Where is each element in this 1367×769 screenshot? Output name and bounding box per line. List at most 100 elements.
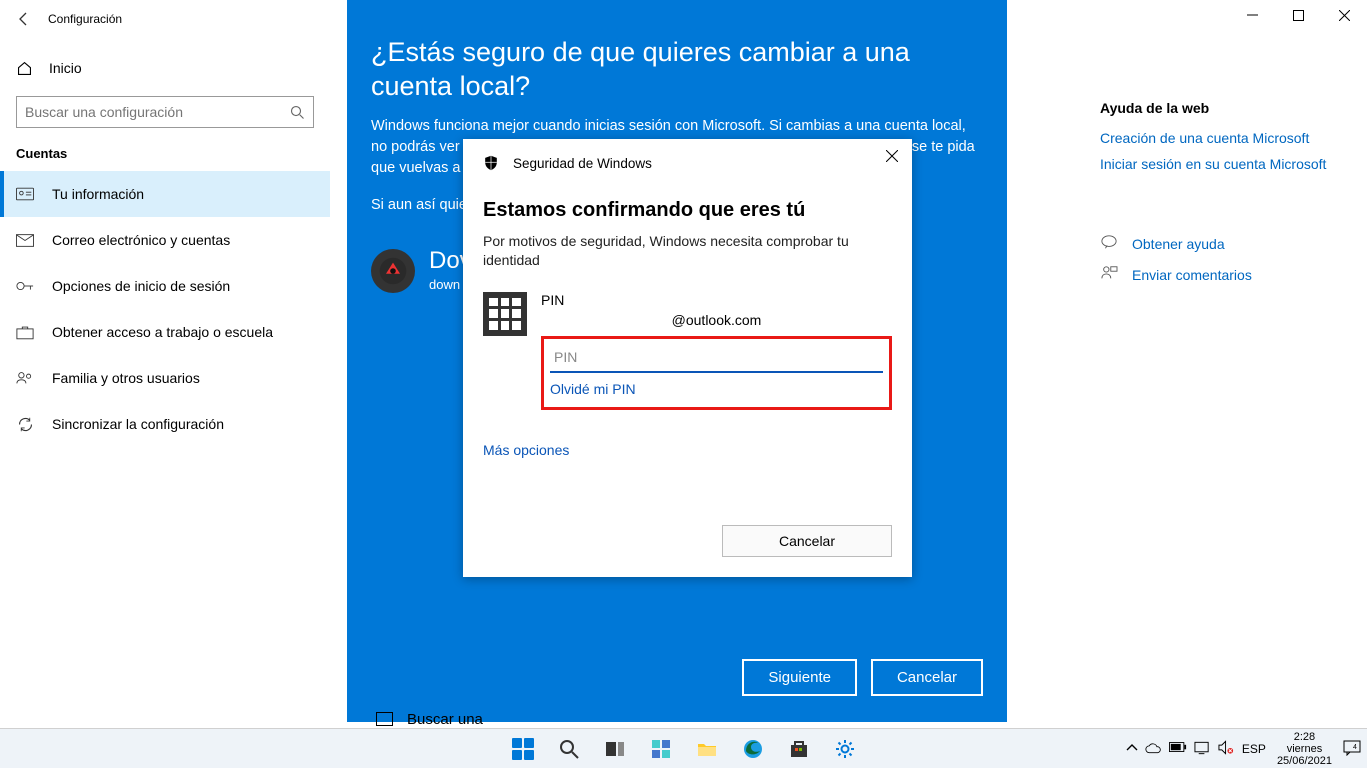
action-center-button[interactable]: 4 (1343, 740, 1361, 759)
settings-sidebar: Inicio Cuentas Tu información Correo ele… (0, 48, 330, 728)
onedrive-tray-icon[interactable] (1145, 742, 1162, 757)
taskbar: ESP 2:28 viernes 25/06/2021 4 (0, 728, 1367, 768)
window-title: Configuración (48, 12, 122, 26)
maximize-button[interactable] (1275, 0, 1321, 30)
dialog-close-button[interactable] (886, 149, 898, 166)
pin-label: PIN (541, 292, 892, 308)
nav-sync-settings[interactable]: Sincronizar la configuración (0, 401, 330, 447)
nav-work-school[interactable]: Obtener acceso a trabajo o escuela (0, 309, 330, 355)
nav-your-info[interactable]: Tu información (0, 171, 330, 217)
help-link-signin-account[interactable]: Iniciar sesión en su cuenta Microsoft (1100, 156, 1350, 172)
taskbar-search-button[interactable] (549, 729, 589, 769)
store-icon (789, 739, 809, 759)
widgets-button[interactable] (641, 729, 681, 769)
chevron-up-icon (1126, 742, 1138, 754)
dialog-title: Estamos confirmando que eres tú (483, 199, 892, 222)
pin-input[interactable] (550, 343, 883, 373)
volume-tray-icon[interactable] (1218, 740, 1235, 758)
taskbar-center (503, 729, 865, 769)
svg-text:4: 4 (1353, 744, 1357, 751)
nav-signin-options[interactable]: Opciones de inicio de sesión (0, 263, 330, 309)
section-heading: Cuentas (0, 128, 330, 171)
nav-label: Sincronizar la configuración (52, 416, 224, 432)
keypad-icon (483, 292, 527, 336)
home-icon (16, 60, 33, 77)
network-tray-icon[interactable] (1194, 741, 1211, 758)
people-icon (16, 371, 34, 385)
truncated-text: Buscar una (407, 711, 483, 728)
feedback-label: Enviar comentarios (1132, 267, 1252, 283)
dialog-subtitle: Por motivos de seguridad, Windows necesi… (483, 232, 863, 270)
panel-title: ¿Estás seguro de que quieres cambiar a u… (371, 36, 983, 104)
settings-search[interactable] (16, 96, 314, 128)
home-label: Inicio (49, 60, 82, 76)
volume-mute-icon (1218, 740, 1235, 755)
truncated-search-result: Buscar una (376, 708, 676, 730)
minimize-icon (1247, 10, 1258, 21)
more-options-link[interactable]: Más opciones (483, 442, 569, 458)
clock-time: 2:28 (1277, 731, 1332, 743)
task-view-icon (605, 739, 625, 759)
task-view-button[interactable] (595, 729, 635, 769)
close-icon (886, 150, 898, 162)
nav-label: Tu información (52, 186, 144, 202)
battery-tray-icon[interactable] (1169, 742, 1187, 756)
key-icon (16, 279, 34, 293)
close-icon (1339, 10, 1350, 21)
forgot-pin-link[interactable]: Olvidé mi PIN (550, 381, 636, 397)
dialog-header: Seguridad de Windows (483, 155, 892, 171)
nav-label: Opciones de inicio de sesión (52, 278, 230, 294)
clock[interactable]: 2:28 viernes 25/06/2021 (1273, 731, 1336, 767)
nav-label: Obtener acceso a trabajo o escuela (52, 324, 273, 340)
store-button[interactable] (779, 729, 819, 769)
shield-icon (483, 155, 499, 171)
dialog-header-text: Seguridad de Windows (513, 156, 652, 171)
language-indicator[interactable]: ESP (1242, 742, 1266, 756)
start-button[interactable] (503, 729, 543, 769)
nav-label: Familia y otros usuarios (52, 370, 200, 386)
battery-icon (1169, 742, 1187, 753)
gear-icon (835, 739, 855, 759)
avatar (371, 249, 415, 293)
help-label: Obtener ayuda (1132, 236, 1225, 252)
nav-email-accounts[interactable]: Correo electrónico y cuentas (0, 217, 330, 263)
search-input[interactable] (25, 104, 265, 120)
back-button[interactable] (0, 0, 48, 38)
home-link[interactable]: Inicio (0, 48, 330, 88)
arrow-left-icon (16, 11, 32, 27)
system-tray: ESP 2:28 viernes 25/06/2021 4 (1126, 729, 1361, 769)
help-icon (1100, 234, 1118, 253)
clock-day: viernes (1277, 743, 1332, 755)
edge-button[interactable] (733, 729, 773, 769)
network-icon (1194, 741, 1211, 755)
cloud-icon (1145, 742, 1162, 754)
feedback-icon (1100, 265, 1118, 284)
help-heading: Ayuda de la web (1100, 100, 1350, 116)
send-feedback-link[interactable]: Enviar comentarios (1100, 265, 1350, 284)
nav-label: Correo electrónico y cuentas (52, 232, 230, 248)
clock-date: 25/06/2021 (1277, 755, 1332, 767)
windows-security-dialog: Seguridad de Windows Estamos confirmando… (463, 139, 912, 577)
close-window-button[interactable] (1321, 0, 1367, 30)
briefcase-icon (16, 325, 34, 340)
get-help-link[interactable]: Obtener ayuda (1100, 234, 1350, 253)
minimize-button[interactable] (1229, 0, 1275, 30)
tray-overflow-button[interactable] (1126, 742, 1138, 757)
avatar-icon (379, 257, 407, 285)
help-link-create-account[interactable]: Creación de una cuenta Microsoft (1100, 130, 1350, 146)
help-panel: Ayuda de la web Creación de una cuenta M… (1100, 100, 1350, 284)
search-icon (290, 105, 305, 120)
folder-icon (697, 739, 717, 759)
dialog-cancel-button[interactable]: Cancelar (722, 525, 892, 557)
mail-icon (16, 234, 34, 247)
sync-icon (16, 416, 34, 433)
widgets-icon (651, 739, 671, 759)
settings-taskbar-button[interactable] (825, 729, 865, 769)
next-button[interactable]: Siguiente (742, 659, 857, 696)
search-icon (559, 739, 579, 759)
nav-family-users[interactable]: Familia y otros usuarios (0, 355, 330, 401)
file-explorer-button[interactable] (687, 729, 727, 769)
person-card-icon (16, 187, 34, 201)
cancel-button[interactable]: Cancelar (871, 659, 983, 696)
maximize-icon (1293, 10, 1304, 21)
